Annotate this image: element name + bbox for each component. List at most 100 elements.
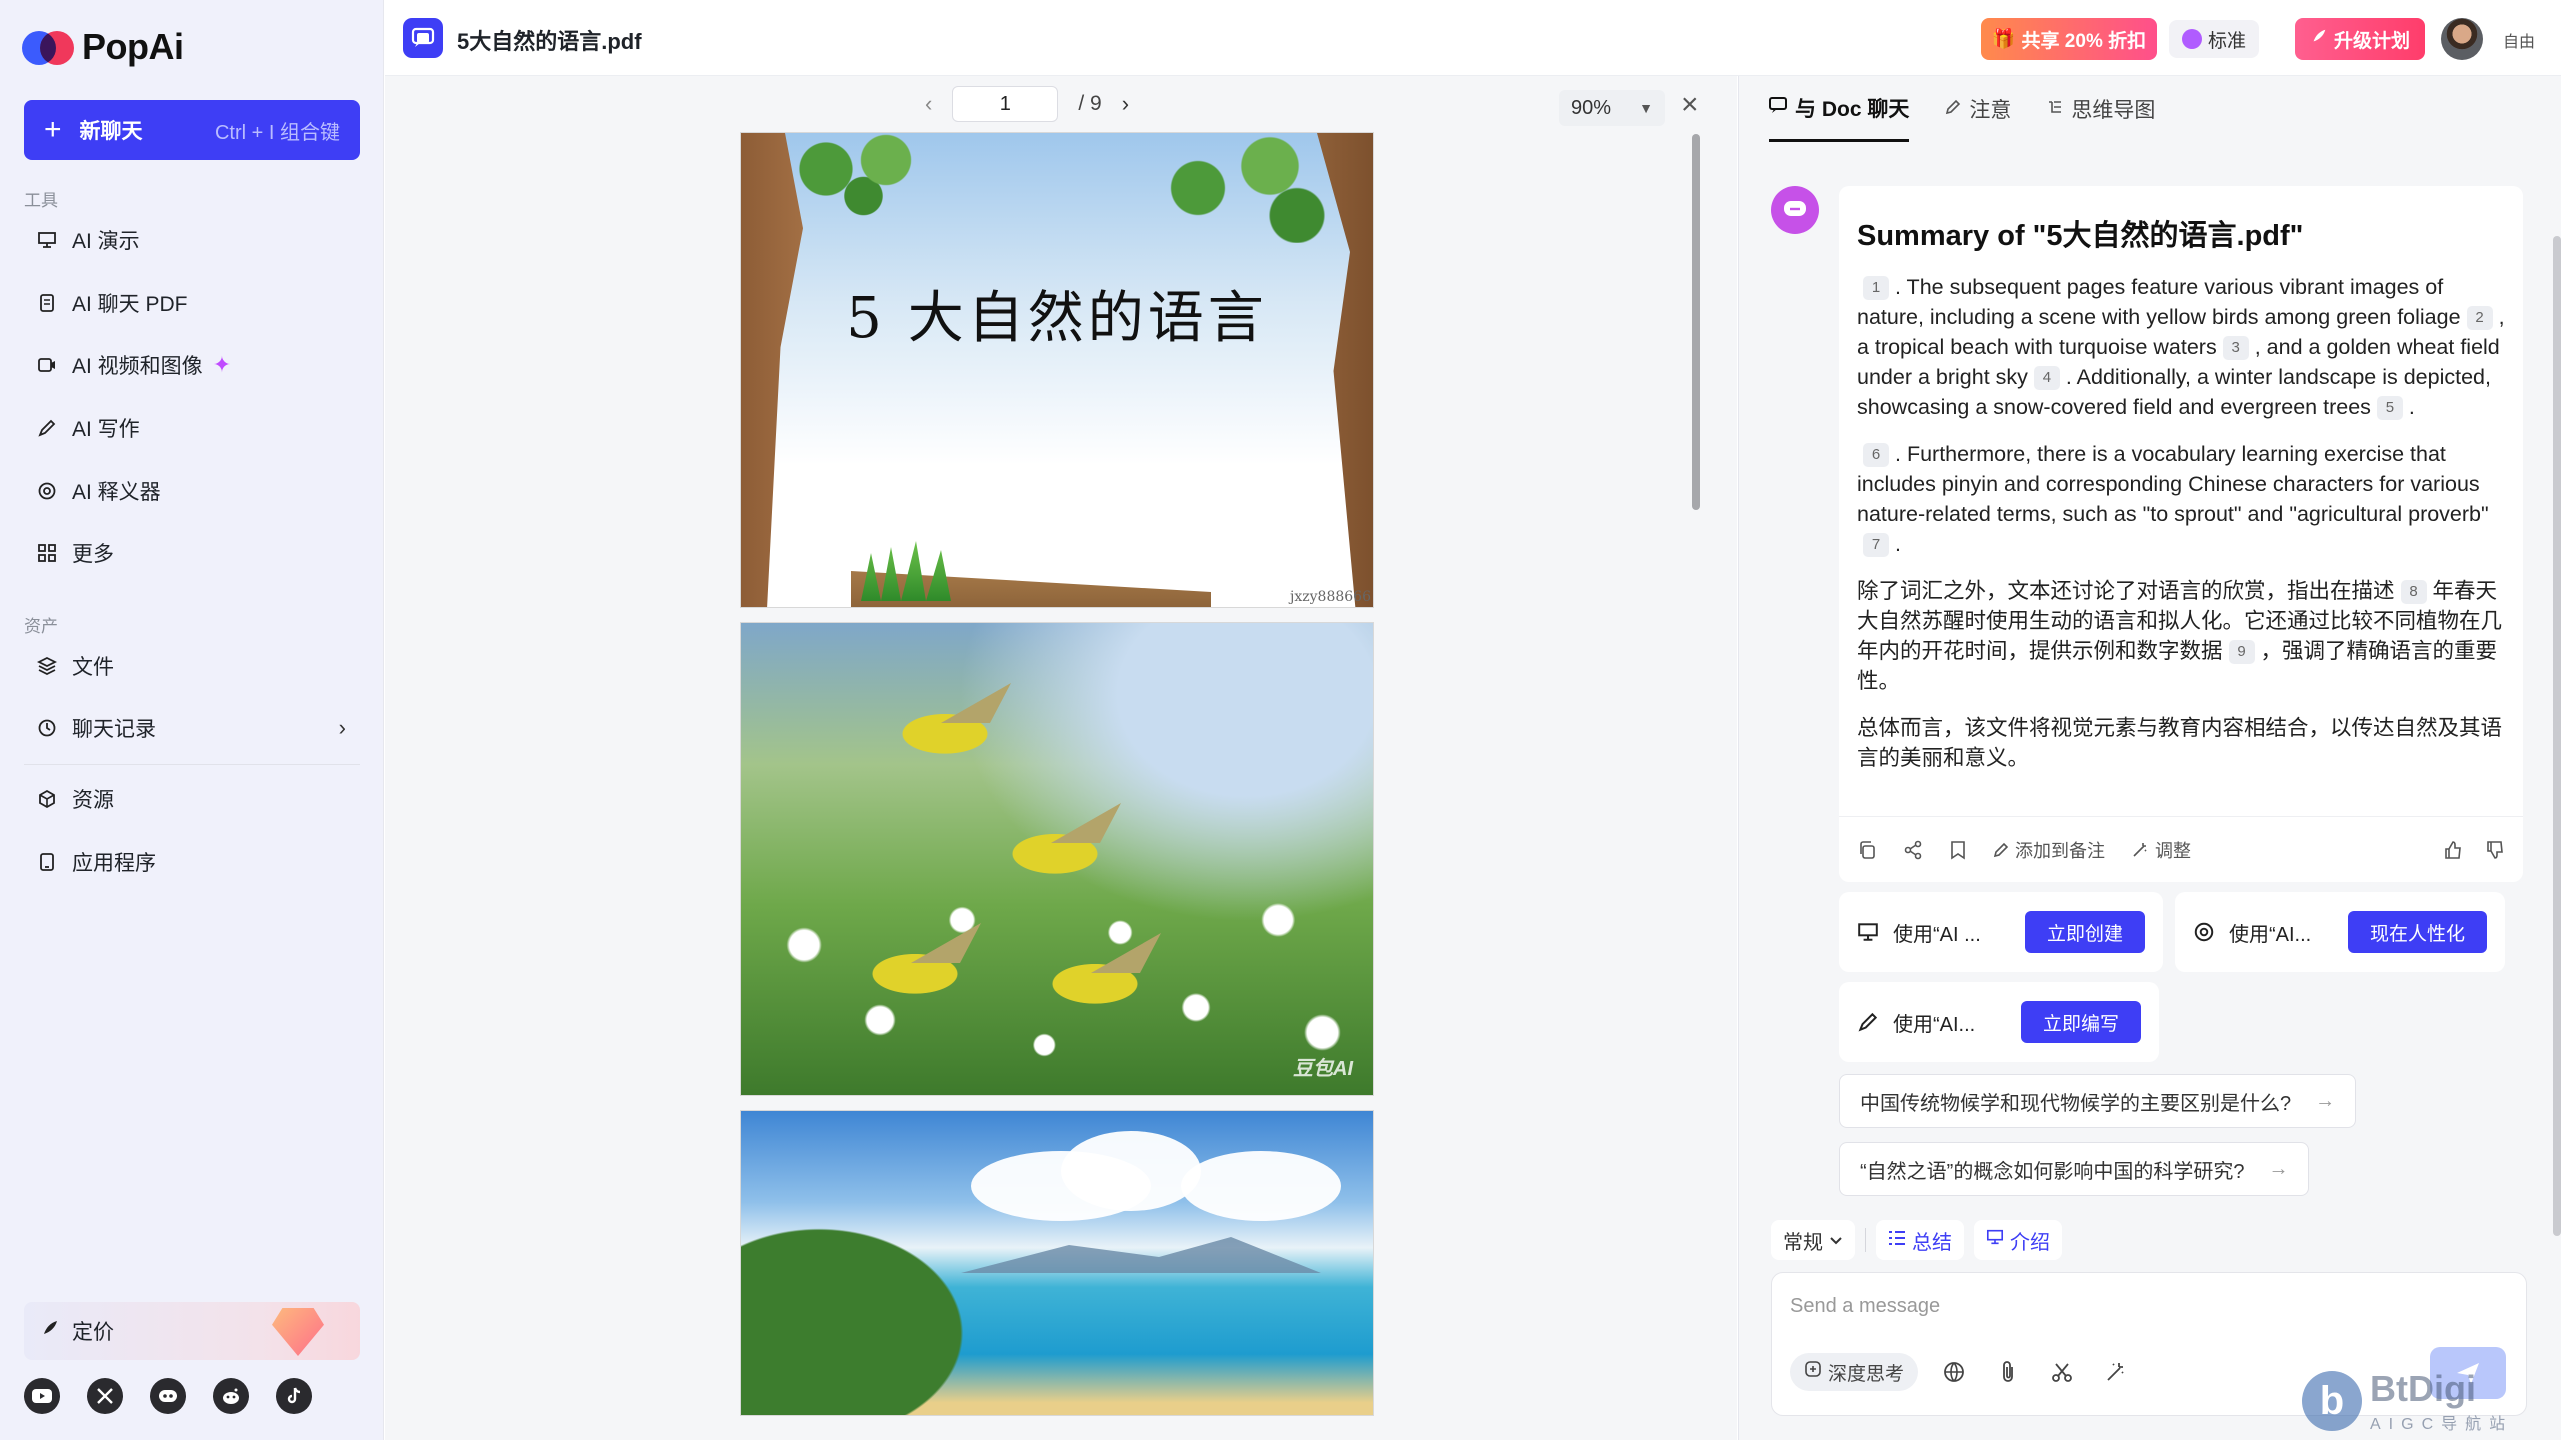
magic-wand-icon[interactable] (2098, 1354, 2134, 1390)
standard-model-button[interactable]: 标准 (2169, 20, 2259, 58)
add-to-notes-button[interactable]: 添加到备注 (1993, 837, 2105, 863)
plus-icon: + (44, 113, 62, 146)
copy-icon[interactable] (1857, 840, 1877, 860)
sparkle-icon: ✦ (212, 352, 232, 377)
create-now-button[interactable]: 立即创建 (2024, 911, 2145, 953)
prev-page-button[interactable]: ‹ (925, 91, 932, 117)
page-number-input[interactable]: 1 (952, 86, 1059, 122)
adjust-button[interactable]: 调整 (2131, 837, 2191, 863)
bookmark-icon[interactable] (1949, 840, 1967, 860)
zoom-select[interactable]: 90% ▼ (1559, 90, 1665, 126)
summary-paragraph: 6. Furthermore, there is a vocabulary le… (1857, 439, 2505, 559)
thumbs-up-icon[interactable] (2443, 840, 2463, 860)
summary-chip[interactable]: 总结 (1876, 1220, 1964, 1260)
pencil-icon (1993, 842, 2009, 857)
message-input[interactable]: Send a message (1790, 1295, 1940, 1318)
tab-chat-with-doc[interactable]: 与 Doc 聊天 (1769, 76, 1910, 142)
citation-badge[interactable]: 3 (2222, 336, 2249, 360)
chevron-down-icon (1829, 1229, 1843, 1252)
sidebar-item-label: AI 释义器 (72, 481, 161, 504)
paraphrase-icon (36, 480, 58, 502)
sidebar-item-ai-chat-pdf[interactable]: AI 聊天 PDF (24, 278, 360, 328)
sidebar-item-chat-history[interactable]: 聊天记录 › (24, 703, 360, 753)
x-icon[interactable] (87, 1378, 123, 1414)
app-logo[interactable]: PopAi (22, 26, 184, 68)
summary-title: Summary of "5大自然的语言.pdf" (1857, 220, 2304, 252)
sidebar-item-apps[interactable]: 应用程序 (24, 837, 360, 887)
page-navigator: ‹ 1 / 9 › (925, 86, 1129, 122)
suggested-question[interactable]: 中国传统物候学和现代物候学的主要区别是什么? → (1839, 1074, 2357, 1128)
grass-tuft (861, 541, 951, 601)
chat-bubble-icon (2181, 29, 2202, 49)
tab-notes[interactable]: 注意 (1945, 76, 2011, 142)
sidebar-item-more[interactable]: 更多 (24, 528, 360, 578)
share-discount-button[interactable]: 🎁 共享 20% 折扣 (1981, 18, 2157, 60)
watermark-brand: BtDigi (2370, 1368, 2476, 1409)
panel-scrollbar[interactable] (2553, 236, 2561, 1236)
summary-paragraph: 总体而言，该文件将视觉元素与教育内容相结合，以传达自然及其语言的美丽和意义。 (1857, 716, 2503, 770)
discord-icon[interactable] (150, 1378, 186, 1414)
new-chat-label: 新聊天 (79, 120, 143, 143)
sidebar-item-ai-paraphraser[interactable]: AI 释义器 (24, 466, 360, 516)
wand-icon (2133, 842, 2147, 857)
tool-card-label: 使用“AI... (2229, 923, 2312, 946)
pen-icon (36, 417, 58, 439)
tiktok-icon[interactable] (276, 1378, 312, 1414)
sidebar-item-files[interactable]: 文件 (24, 641, 360, 691)
sidebar-item-ai-video-image[interactable]: AI 视频和图像 ✦ (24, 340, 360, 390)
cloud (1061, 1131, 1201, 1211)
pencil-icon (1945, 97, 1961, 121)
thumbs-down-icon[interactable] (2485, 840, 2505, 860)
reddit-icon[interactable] (213, 1378, 249, 1414)
sidebar: PopAi + 新聊天 Ctrl + I 组合键 工具 AI 演示 AI 聊天 … (0, 0, 384, 1440)
attachment-icon[interactable] (1990, 1354, 2026, 1390)
summary-chip-label: 总结 (1912, 1231, 1952, 1254)
tab-mind-map[interactable]: 思维导图 (2047, 76, 2155, 142)
citation-badge[interactable]: 6 (1863, 443, 1889, 467)
citation-badge[interactable]: 9 (2228, 640, 2255, 664)
sidebar-item-label: 资源 (72, 789, 114, 812)
citation-badge[interactable]: 8 (2400, 580, 2427, 604)
upgrade-plan-button[interactable]: 升级计划 (2295, 18, 2425, 60)
pen-icon (1857, 1011, 1879, 1033)
pricing-label: 定价 (72, 1321, 114, 1344)
humanize-now-button[interactable]: 现在人性化 (2347, 911, 2487, 953)
viewer-scrollbar[interactable] (1692, 134, 1700, 510)
paragraph-text: . (2408, 395, 2415, 419)
mode-select[interactable]: 常规 (1771, 1220, 1855, 1260)
deep-think-toggle[interactable]: 深度思考 (1790, 1353, 1919, 1391)
yellow-bird (1041, 953, 1161, 1009)
next-page-button[interactable]: › (1122, 91, 1129, 117)
youtube-icon[interactable] (24, 1378, 60, 1414)
total-pages: / 9 (1078, 92, 1102, 115)
chat-doc-icon (403, 18, 443, 58)
citation-badge[interactable]: 5 (2376, 396, 2403, 420)
write-now-button[interactable]: 立即编写 (2020, 1001, 2141, 1043)
citation-badge[interactable]: 4 (2033, 366, 2060, 390)
arrow-right-icon: → (2268, 1157, 2289, 1180)
suggested-question[interactable]: “自然之语”的概念如何影响中国的科学研究? → (1839, 1142, 2310, 1196)
sidebar-item-resources[interactable]: 资源 (24, 774, 360, 824)
new-chat-button[interactable]: + 新聊天 Ctrl + I 组合键 (24, 100, 360, 160)
add-to-notes-label: 添加到备注 (2015, 840, 2105, 861)
pricing-button[interactable]: 定价 (24, 1302, 360, 1360)
citation-badge[interactable]: 1 (1863, 276, 1889, 300)
history-icon (36, 717, 58, 739)
close-viewer-button[interactable]: × (1681, 90, 1699, 120)
share-icon[interactable] (1903, 840, 1923, 860)
sidebar-item-ai-writing[interactable]: AI 写作 (24, 403, 360, 453)
user-avatar[interactable] (2441, 18, 2483, 60)
web-search-icon[interactable] (1936, 1354, 1972, 1390)
media-icon (36, 354, 58, 376)
sidebar-item-ai-presentation[interactable]: AI 演示 (24, 215, 360, 265)
sidebar-item-label: 文件 (72, 656, 114, 679)
intro-chip[interactable]: 介绍 (1974, 1220, 2062, 1260)
scissors-icon[interactable] (2044, 1354, 2080, 1390)
adjust-label: 调整 (2155, 840, 2191, 861)
citation-badge[interactable]: 2 (2466, 306, 2493, 330)
document-title: 5大自然的语言.pdf (457, 29, 642, 54)
pdf-viewer: ‹ 1 / 9 › 90% ▼ × 5 大自然的语言 jxzy888666 豆包… (385, 76, 1737, 1440)
summary-paragraph: 1. The subsequent pages feature various … (1857, 272, 2505, 422)
citation-badge[interactable]: 7 (1863, 533, 1889, 557)
app-icon (36, 851, 58, 873)
